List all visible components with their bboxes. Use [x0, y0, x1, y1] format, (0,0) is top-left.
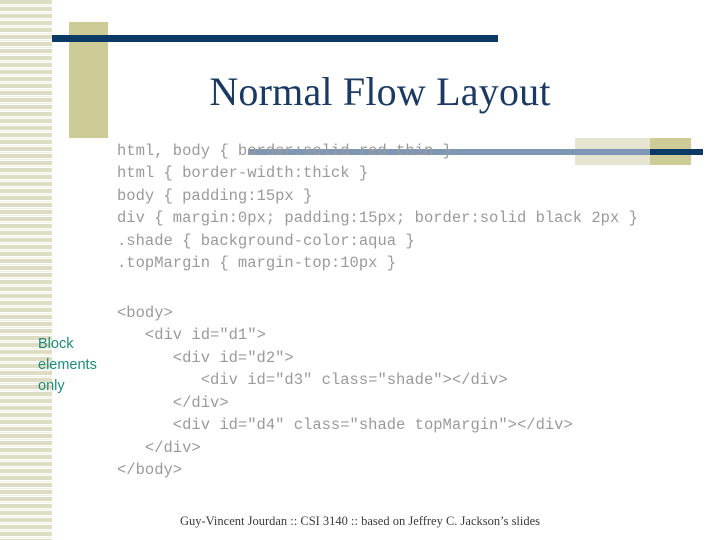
- top-navy-rule-decoration: [52, 35, 498, 42]
- slide-canvas: Normal Flow Layout html, body { border:s…: [0, 0, 720, 540]
- block-elements-annotation: Block elements only: [38, 336, 97, 394]
- mid-navy-rule-decoration: [650, 149, 703, 155]
- left-stripe-decoration: [0, 0, 52, 540]
- slide-footer: Guy-Vincent Jourdan :: CSI 3140 :: based…: [179, 514, 541, 528]
- slide-title: Normal Flow Layout: [209, 69, 551, 114]
- css-code-block: html, body { border:solid red thin } htm…: [117, 141, 638, 273]
- html-markup-code-block: <body> <div id="d1"> <div id="d2"> <div …: [117, 303, 573, 480]
